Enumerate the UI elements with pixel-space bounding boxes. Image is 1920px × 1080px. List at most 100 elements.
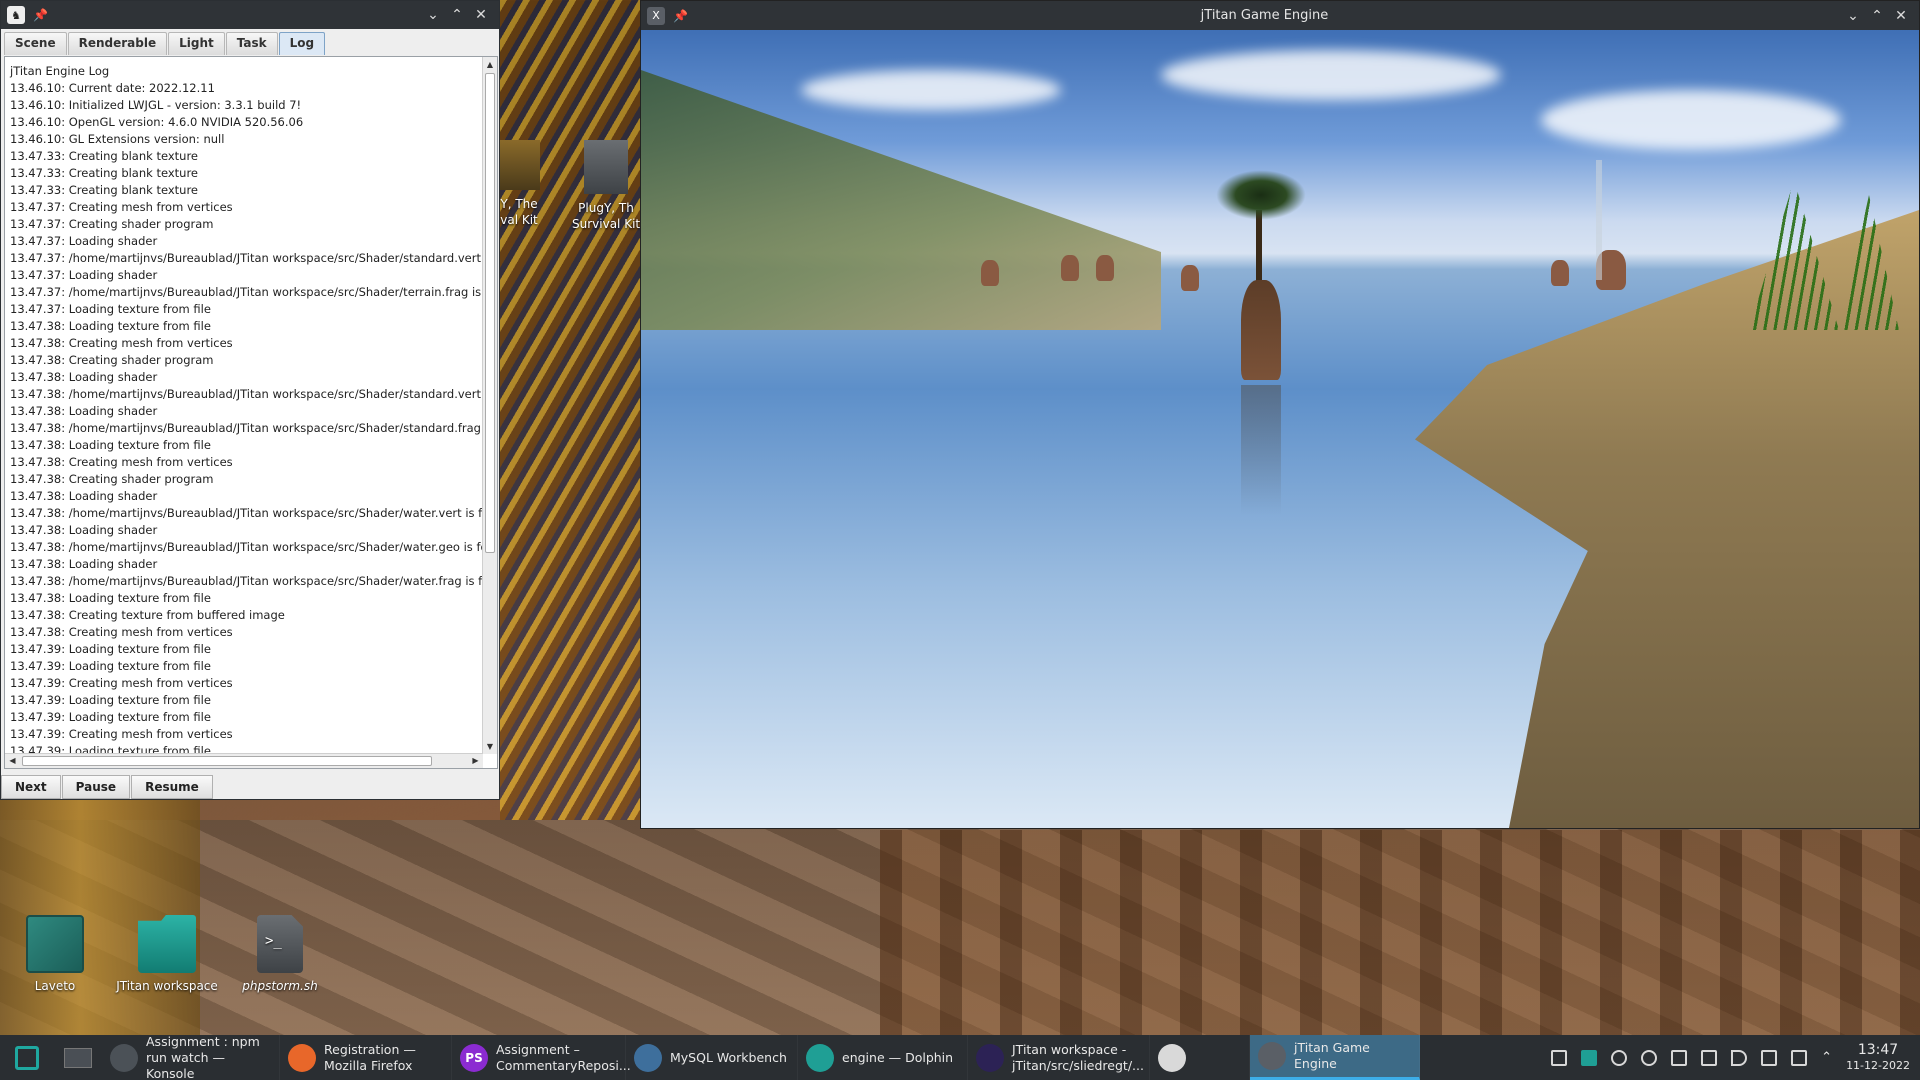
- clock-time: 13:47: [1857, 1041, 1899, 1058]
- close-button[interactable]: ✕: [469, 7, 493, 23]
- scroll-right-icon[interactable]: ▶: [468, 754, 483, 768]
- java-app-icon: ♞: [7, 6, 25, 24]
- dolphin-folder-icon: [806, 1043, 834, 1072]
- clock-date: 11-12-2022: [1846, 1058, 1910, 1072]
- palm-leaves: [1216, 170, 1306, 220]
- log-control-bar: Next Pause Resume: [1, 775, 214, 799]
- eclipse-icon: [976, 1043, 1004, 1072]
- cloud: [801, 70, 1061, 110]
- taskbar-item[interactable]: jTitan Game Engine: [1250, 1035, 1420, 1080]
- taskbar-item-label: Assignment : npm run watch — Konsole: [146, 1034, 271, 1080]
- horizontal-scrollbar[interactable]: ◀ ▶: [5, 753, 483, 768]
- desktop-icon-plugy-partial-1[interactable]: Y, The val Kit: [498, 140, 540, 228]
- desktop-icon-label: Laveto: [34, 979, 76, 993]
- taskbar-item[interactable]: MySQL Workbench: [626, 1035, 798, 1080]
- water-reflection: [1241, 385, 1281, 515]
- rock: [1551, 260, 1569, 286]
- close-button[interactable]: ✕: [1889, 8, 1913, 24]
- taskbar-item-title: engine — Dolphin: [842, 1049, 954, 1065]
- log-line: 13.47.38: Creating mesh from vertices: [10, 625, 233, 639]
- tab-scene[interactable]: Scene: [4, 32, 67, 55]
- battery-icon[interactable]: [1761, 1049, 1778, 1066]
- desktop-pager[interactable]: [54, 1035, 102, 1080]
- volume-icon[interactable]: [1731, 1049, 1748, 1066]
- taskbar-item-label: MySQL Workbench: [670, 1050, 787, 1066]
- chevron-up-icon[interactable]: ⌃: [1821, 1050, 1832, 1065]
- log-line: 13.47.37: Creating mesh from vertices: [10, 200, 233, 214]
- horizontal-scroll-thumb[interactable]: [22, 756, 432, 766]
- digital-clock[interactable]: 13:47 11-12-2022: [1846, 1041, 1910, 1073]
- log-line: 13.47.38: Creating mesh from vertices: [10, 336, 233, 350]
- desktop-icon-jtitan-workspace[interactable]: JTitan workspace: [112, 915, 222, 993]
- scroll-up-icon[interactable]: ▲: [483, 57, 497, 72]
- desktop-wallpaper-tree: [500, 0, 640, 820]
- log-line: 13.47.38: Creating texture from buffered…: [10, 608, 285, 622]
- scroll-down-icon[interactable]: ▼: [483, 739, 497, 754]
- display-icon[interactable]: [1791, 1049, 1808, 1066]
- desktop-icon-label: Y, The val Kit: [500, 197, 538, 227]
- log-line: 13.47.37: Creating shader program: [10, 217, 214, 231]
- log-line: 13.47.39: Loading texture from file: [10, 710, 211, 724]
- resume-button[interactable]: Resume: [131, 775, 213, 799]
- log-line: 13.47.38: Loading shader: [10, 404, 158, 418]
- show-desktop-icon[interactable]: [1551, 1049, 1568, 1066]
- desktop-icon-label: PlugY, Th Survival Kit: [572, 201, 641, 231]
- rock: [1061, 255, 1079, 281]
- network-icon[interactable]: [1611, 1049, 1628, 1066]
- pin-icon[interactable]: 📌: [673, 9, 688, 23]
- minimize-button[interactable]: ⌄: [421, 7, 445, 23]
- terminal-tray-icon[interactable]: [1671, 1049, 1688, 1066]
- game-viewport[interactable]: [641, 30, 1919, 828]
- pause-button[interactable]: Pause: [61, 775, 131, 799]
- tab-light[interactable]: Light: [168, 32, 225, 55]
- tab-log[interactable]: Log: [278, 32, 326, 55]
- log-line: 13.47.37: /home/martijnvs/Bureaublad/JTi…: [10, 285, 483, 299]
- vertical-scroll-thumb[interactable]: [485, 73, 495, 553]
- taskbar-item-label: Registration — Mozilla Firefox: [324, 1042, 416, 1074]
- minimize-button[interactable]: ⌄: [1841, 8, 1865, 24]
- desktop-icon-phpstorm-sh[interactable]: >_ phpstorm.sh: [225, 915, 335, 993]
- log-text-area[interactable]: jTitan Engine Log 13.46.10: Current date:…: [4, 56, 498, 769]
- log-line: 13.46.10: OpenGL version: 4.6.0 NVIDIA 5…: [10, 115, 304, 129]
- pager-mini-icon[interactable]: [1581, 1049, 1598, 1066]
- taskbar-item-title: jTitan Game Engine: [1294, 1040, 1370, 1071]
- tab-task[interactable]: Task: [225, 32, 278, 55]
- next-button[interactable]: Next: [1, 775, 61, 799]
- engine-window-titlebar[interactable]: X 📌 jTitan Game Engine ⌄ ⌃ ✕: [641, 1, 1919, 30]
- engine-window: X 📌 jTitan Game Engine ⌄ ⌃ ✕: [640, 0, 1920, 829]
- log-line: 13.47.38: /home/martijnvs/Bureaublad/JTi…: [10, 574, 483, 588]
- taskbar-item[interactable]: Registration — Mozilla Firefox: [280, 1035, 452, 1080]
- maximize-button[interactable]: ⌃: [1865, 8, 1889, 24]
- log-line: 13.47.33: Creating blank texture: [10, 183, 198, 197]
- taskbar-item[interactable]: PS Assignment – CommentaryReposi...: [452, 1035, 631, 1080]
- update-icon[interactable]: [1641, 1049, 1658, 1066]
- clipboard-icon[interactable]: [1701, 1049, 1718, 1066]
- taskbar-item-title: Registration —: [324, 1041, 416, 1057]
- desktop-icon-plugy-partial-2[interactable]: PlugY, Th Survival Kit: [572, 140, 640, 232]
- laveto-icon: [26, 915, 84, 973]
- log-window-titlebar[interactable]: ♞ 📌 ⌄ ⌃ ✕: [1, 1, 499, 29]
- application-launcher[interactable]: [0, 1035, 54, 1080]
- log-line: 13.47.38: /home/martijnvs/Bureaublad/JTi…: [10, 421, 483, 435]
- taskbar-item[interactable]: engine — Dolphin: [798, 1035, 968, 1080]
- log-line: 13.47.38: Loading shader: [10, 523, 158, 537]
- desktop-icon-laveto[interactable]: Laveto: [0, 915, 110, 993]
- launcher-icon: [15, 1045, 39, 1070]
- log-line: 13.47.38: /home/martijnvs/Bureaublad/JTi…: [10, 387, 483, 401]
- pin-icon[interactable]: 📌: [33, 8, 48, 22]
- x-window-icon: X: [647, 6, 665, 25]
- scroll-left-icon[interactable]: ◀: [5, 754, 20, 768]
- script-file-icon: [584, 140, 628, 194]
- log-line: 13.47.38: Loading texture from file: [10, 591, 211, 605]
- log-line: 13.47.37: Loading shader: [10, 268, 158, 282]
- log-lines: jTitan Engine Log 13.46.10: Current date:…: [5, 57, 483, 754]
- taskbar-item[interactable]: JTitan workspace - jTitan/src/sliedregt/.…: [968, 1035, 1150, 1080]
- maximize-button[interactable]: ⌃: [445, 7, 469, 23]
- log-line: 13.47.37: Loading texture from file: [10, 302, 211, 316]
- tab-renderable[interactable]: Renderable: [67, 32, 168, 55]
- taskbar-item[interactable]: Assignment : npm run watch — Konsole: [102, 1034, 280, 1080]
- taskbar-item[interactable]: [1150, 1035, 1250, 1080]
- vertical-scrollbar[interactable]: ▲ ▼: [482, 57, 497, 754]
- desktop-wallpaper-chairs: [880, 830, 1920, 1040]
- rock: [981, 260, 999, 286]
